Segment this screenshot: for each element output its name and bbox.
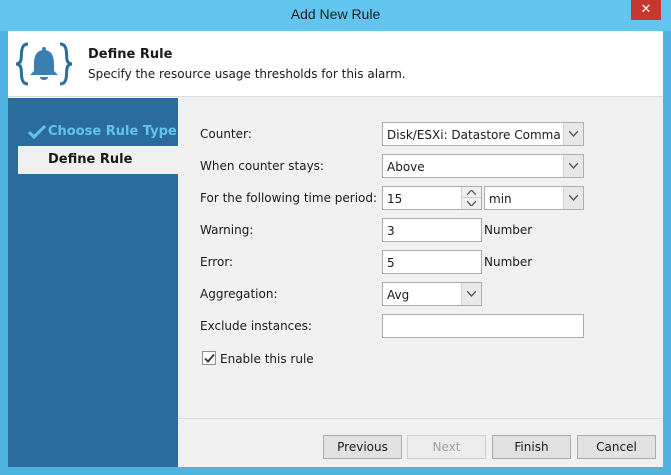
dialog-body: Define Rule Specify the resource usage t…: [8, 31, 663, 467]
warning-unit: Number: [484, 223, 533, 237]
rule-form: Counter: Disk/ESXi: Datastore Comma... W…: [178, 98, 663, 418]
chevron-down-icon[interactable]: [461, 283, 481, 305]
counter-stays-value: Above: [387, 160, 425, 174]
step-label: Define Rule: [48, 152, 133, 167]
chevron-down-icon[interactable]: [563, 123, 583, 145]
wizard-footer: Previous Next Finish Cancel: [178, 418, 663, 467]
cancel-button[interactable]: Cancel: [577, 435, 656, 459]
time-period-value: 15: [387, 192, 403, 206]
title-bar[interactable]: Add New Rule ✕: [0, 0, 671, 31]
time-unit-dropdown[interactable]: min: [484, 186, 584, 210]
header-title: Define Rule: [88, 47, 173, 62]
time-period-stepper[interactable]: 15: [382, 186, 482, 210]
step-choose-rule-type[interactable]: Choose Rule Type: [18, 118, 178, 146]
enable-rule-checkbox[interactable]: [202, 351, 216, 365]
aggregation-dropdown[interactable]: Avg: [382, 282, 482, 306]
warning-input[interactable]: 3: [382, 218, 482, 242]
aggregation-value: Avg: [387, 288, 410, 302]
spin-up-button[interactable]: [462, 187, 481, 198]
error-label: Error:: [200, 255, 234, 269]
close-icon: ✕: [640, 2, 652, 17]
time-period-label: For the following time period:: [200, 191, 378, 205]
warning-value: 3: [387, 224, 395, 238]
spin-down-button[interactable]: [462, 198, 481, 209]
error-value: 5: [387, 256, 395, 270]
bell-icon: [14, 40, 74, 88]
enable-rule-label[interactable]: Enable this rule: [220, 352, 314, 366]
exclude-instances-input[interactable]: [382, 314, 584, 338]
counter-dropdown[interactable]: Disk/ESXi: Datastore Comma...: [382, 122, 584, 146]
exclude-instances-label: Exclude instances:: [200, 319, 312, 333]
warning-label: Warning:: [200, 223, 254, 237]
step-label: Choose Rule Type: [48, 124, 177, 139]
counter-label: Counter:: [200, 127, 252, 141]
chevron-down-icon[interactable]: [563, 187, 583, 209]
close-button[interactable]: ✕: [631, 0, 661, 20]
check-icon: [27, 124, 47, 140]
error-unit: Number: [484, 255, 533, 269]
spin-buttons: [461, 187, 481, 209]
wizard-steps-sidebar: Choose Rule Type Define Rule: [8, 98, 178, 467]
next-button[interactable]: Next: [407, 435, 486, 459]
check-icon: [204, 353, 215, 363]
counter-stays-dropdown[interactable]: Above: [382, 154, 584, 178]
time-unit-value: min: [489, 192, 512, 206]
counter-stays-label: When counter stays:: [200, 159, 324, 173]
finish-button[interactable]: Finish: [492, 435, 571, 459]
aggregation-label: Aggregation:: [200, 287, 278, 301]
step-define-rule[interactable]: Define Rule: [18, 146, 178, 174]
header-subtitle: Specify the resource usage thresholds fo…: [88, 67, 406, 81]
error-input[interactable]: 5: [382, 250, 482, 274]
previous-button[interactable]: Previous: [323, 435, 402, 459]
chevron-down-icon[interactable]: [563, 155, 583, 177]
dialog-window: Add New Rule ✕ Define Rule Specify the r…: [0, 0, 671, 475]
wizard-header: Define Rule Specify the resource usage t…: [8, 31, 663, 97]
counter-value: Disk/ESXi: Datastore Comma...: [387, 128, 561, 142]
window-title: Add New Rule: [290, 6, 381, 22]
